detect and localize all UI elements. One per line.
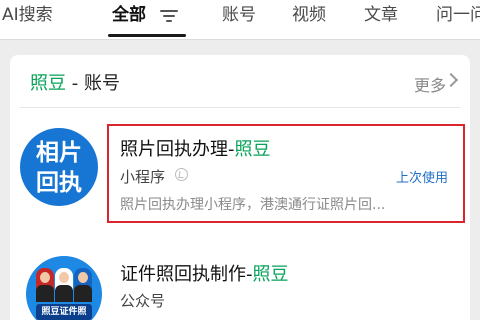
result-title[interactable]: 证件照回执制作-照豆 [120, 260, 289, 286]
chevron-right-icon[interactable] [443, 72, 459, 88]
result-title-prefix: 证件照回执制作- [120, 264, 253, 285]
person-icon [36, 268, 54, 302]
result-description: 照片回执办理小程序，港澳通行证照片回... [120, 197, 386, 213]
result-title-keyword: 照豆 [234, 139, 271, 160]
section-header: 照豆 - 账号 更多 [10, 58, 470, 102]
result-type-label: 公众号 [120, 292, 166, 310]
tab-ask[interactable]: 问一问 [436, 0, 480, 38]
section-title-suffix: - 账号 [66, 73, 120, 94]
result-title[interactable]: 照片回执办理-照豆 [120, 135, 271, 161]
result-title-keyword: 照豆 [252, 264, 289, 285]
filter-icon[interactable] [160, 8, 180, 24]
more-link[interactable]: 更多 [414, 72, 446, 96]
tab-articles[interactable]: 文章 [364, 0, 398, 38]
section-title: 照豆 - 账号 [30, 69, 120, 95]
avatar-text-line: 相片 [36, 140, 82, 166]
section-title-keyword: 照豆 [30, 73, 66, 94]
avatar-badge: 照豆证件照 [36, 304, 92, 320]
tab-videos[interactable]: 视频 [292, 0, 326, 38]
active-tab-indicator [108, 34, 186, 37]
divider [20, 107, 460, 108]
tab-all[interactable]: 全部 [112, 0, 146, 38]
tab-accounts[interactable]: 账号 [222, 0, 256, 38]
verified-icon [175, 168, 188, 181]
person-icon [74, 268, 92, 302]
search-tab-bar: AI搜索 全部 账号 视频 文章 问一问 [0, 0, 480, 40]
tab-ai-search[interactable]: AI搜索 [2, 0, 53, 38]
last-used-label: 上次使用 [396, 171, 449, 186]
result-type-label: 小程序 [120, 168, 166, 186]
result-title-prefix: 照片回执办理- [120, 139, 235, 160]
avatar-text-line: 回执 [36, 170, 82, 196]
mini-program-avatar[interactable]: 相片 回执 [20, 128, 98, 206]
person-icon [55, 268, 73, 302]
